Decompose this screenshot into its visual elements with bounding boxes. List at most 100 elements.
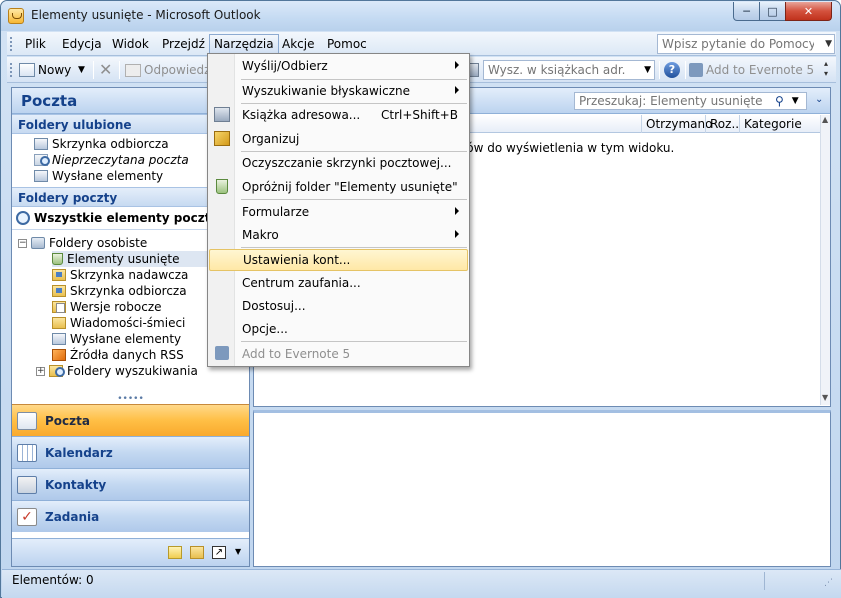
menu-item-forms[interactable]: Formularze xyxy=(209,201,468,223)
new-dropdown-arrow-icon[interactable]: ▼ xyxy=(78,65,85,75)
nav-pane-title: Poczta xyxy=(21,92,78,110)
menu-item-label: Opcje... xyxy=(242,322,288,336)
folder-label: Źródła danych RSS xyxy=(70,348,184,362)
tasks-icon: ✓ xyxy=(17,507,37,526)
folder-search-box[interactable]: ⚲ ▼ xyxy=(574,92,807,110)
reply-button[interactable]: Odpowiedz xyxy=(125,61,210,79)
address-book-search-input[interactable] xyxy=(484,61,636,79)
folder-junk[interactable]: Wiadomości-śmieci xyxy=(52,315,185,331)
deleted-items-icon xyxy=(52,253,63,265)
folder-list-icon[interactable] xyxy=(190,546,204,559)
delete-icon[interactable]: ✕ xyxy=(99,60,112,79)
menu-item-empty-deleted[interactable]: Opróżnij folder "Elementy usunięte" xyxy=(209,176,468,198)
scroll-up-icon[interactable]: ▲ xyxy=(822,115,828,124)
menubar-grip[interactable] xyxy=(10,37,13,51)
collapse-icon[interactable]: − xyxy=(18,238,27,248)
address-book-search-box[interactable]: ▼ xyxy=(483,60,655,80)
pane-splitter[interactable]: ••••• xyxy=(12,395,249,404)
outlook-app-icon[interactable] xyxy=(8,8,24,24)
favorite-unread[interactable]: Nieprzeczytana poczta xyxy=(34,152,189,168)
menu-item-address-book[interactable]: Książka adresowa... Ctrl+Shift+B xyxy=(209,104,468,126)
address-book-icon[interactable] xyxy=(469,63,479,77)
menu-item-options[interactable]: Opcje... xyxy=(209,318,468,340)
vertical-scrollbar[interactable]: ▲ ▼ xyxy=(820,115,830,405)
column-received[interactable]: Otrzymano xyxy=(641,115,712,133)
folder-label: Foldery wyszukiwania xyxy=(67,364,198,378)
toolbar-separator xyxy=(93,61,94,79)
menu-item-macro[interactable]: Makro xyxy=(209,224,468,246)
menu-pomoc[interactable]: Pomoc xyxy=(322,34,372,54)
menu-item-trust-center[interactable]: Centrum zaufania... xyxy=(209,272,468,294)
search-folder-icon xyxy=(34,154,50,166)
folder-sent[interactable]: Wysłane elementy xyxy=(52,331,181,347)
help-icon[interactable]: ? xyxy=(664,62,680,78)
folder-label: Wiadomości-śmieci xyxy=(70,316,186,330)
expand-icon[interactable]: + xyxy=(36,366,45,376)
personal-folders[interactable]: − Foldery osobiste xyxy=(18,235,147,251)
minimize-button[interactable]: ─ xyxy=(733,2,760,21)
shortcuts-icon[interactable]: ↗ xyxy=(212,546,226,559)
favorite-sent[interactable]: Wysłane elementy xyxy=(34,168,163,184)
column-size[interactable]: Roz... xyxy=(705,115,739,133)
chevron-down-icon[interactable]: ▼ xyxy=(825,39,832,49)
inbox-icon xyxy=(52,285,66,297)
reply-icon xyxy=(125,63,141,77)
menu-przejdz[interactable]: Przejdź xyxy=(157,34,210,54)
close-button[interactable]: ✕ xyxy=(785,2,832,21)
scroll-down-icon[interactable]: ▼ xyxy=(822,393,828,402)
status-separator xyxy=(764,572,765,590)
menu-item-label: Wyszukiwanie błyskawiczne xyxy=(242,84,411,98)
folder-search-input[interactable] xyxy=(575,93,773,109)
menu-item-send-receive[interactable]: Wyślij/Odbierz xyxy=(209,55,468,77)
new-button[interactable]: Nowy xyxy=(19,61,71,79)
all-mail-items[interactable]: Wszystkie elementy poczty xyxy=(16,210,218,226)
folder-rss[interactable]: Źródła danych RSS xyxy=(52,347,184,363)
add-to-evernote-button[interactable]: Add to Evernote 5 xyxy=(689,61,814,79)
menu-akcje[interactable]: Akcje xyxy=(277,34,319,54)
drafts-icon xyxy=(52,301,66,313)
menu-item-label: Centrum zaufania... xyxy=(242,276,361,290)
menu-item-account-settings[interactable]: Ustawienia kont... xyxy=(209,249,468,271)
folder-inbox[interactable]: Skrzynka odbiorcza xyxy=(52,283,187,299)
nav-button-tasks[interactable]: ✓ Zadania xyxy=(12,500,249,532)
resize-grip-icon[interactable]: ⋰ xyxy=(824,578,833,588)
configure-buttons-icon[interactable]: ▼ xyxy=(235,547,241,556)
folder-label: Skrzynka nadawcza xyxy=(70,268,189,282)
help-question-box[interactable]: ▼ xyxy=(657,34,835,54)
submenu-arrow-icon xyxy=(455,207,459,215)
menu-edycja[interactable]: Edycja xyxy=(57,34,107,54)
chevron-down-icon[interactable]: ▼ xyxy=(644,65,651,75)
mail-icon xyxy=(17,411,37,430)
menu-plik[interactable]: Plik xyxy=(20,34,51,54)
menu-narzedzia[interactable]: Narzędzia xyxy=(209,34,279,54)
favorite-sent-label: Wysłane elementy xyxy=(52,169,164,183)
menu-item-organize[interactable]: Organizuj xyxy=(209,128,468,150)
nav-button-label: Zadania xyxy=(45,509,100,524)
menu-item-customize[interactable]: Dostosuj... xyxy=(209,295,468,317)
search-folder-icon xyxy=(49,365,65,377)
search-icon[interactable]: ⚲ xyxy=(775,94,784,108)
help-question-input[interactable] xyxy=(658,35,818,53)
chevron-down-icon[interactable]: ▼ xyxy=(792,96,799,106)
nav-button-contacts[interactable]: Kontakty xyxy=(12,468,249,500)
notes-icon[interactable] xyxy=(168,546,182,559)
personal-folders-icon xyxy=(31,237,45,249)
expand-query-icon[interactable]: ⌄ xyxy=(815,94,823,105)
maximize-button[interactable]: □ xyxy=(759,2,786,21)
toolbar-grip[interactable] xyxy=(10,63,13,77)
menu-widok[interactable]: Widok xyxy=(107,34,154,54)
contacts-icon xyxy=(17,475,37,494)
folder-outbox[interactable]: Skrzynka nadawcza xyxy=(52,267,188,283)
menu-item-instant-search[interactable]: Wyszukiwanie błyskawiczne xyxy=(209,80,468,102)
menu-item-add-to-evernote[interactable]: Add to Evernote 5 xyxy=(209,343,468,365)
column-categories[interactable]: Kategorie xyxy=(739,115,821,133)
nav-button-mail[interactable]: Poczta xyxy=(12,404,249,436)
new-mail-icon xyxy=(19,63,35,77)
favorite-inbox[interactable]: Skrzynka odbiorcza xyxy=(34,136,169,152)
menu-item-mailbox-cleanup[interactable]: Oczyszczanie skrzynki pocztowej... xyxy=(209,152,468,174)
item-count-status: Elementów: 0 xyxy=(12,573,94,587)
folder-search-folders[interactable]: + Foldery wyszukiwania xyxy=(36,363,198,379)
nav-button-calendar[interactable]: Kalendarz xyxy=(12,436,249,468)
toolbar-options-icon[interactable]: ▴ ▾ xyxy=(824,59,828,79)
folder-drafts[interactable]: Wersje robocze xyxy=(52,299,162,315)
